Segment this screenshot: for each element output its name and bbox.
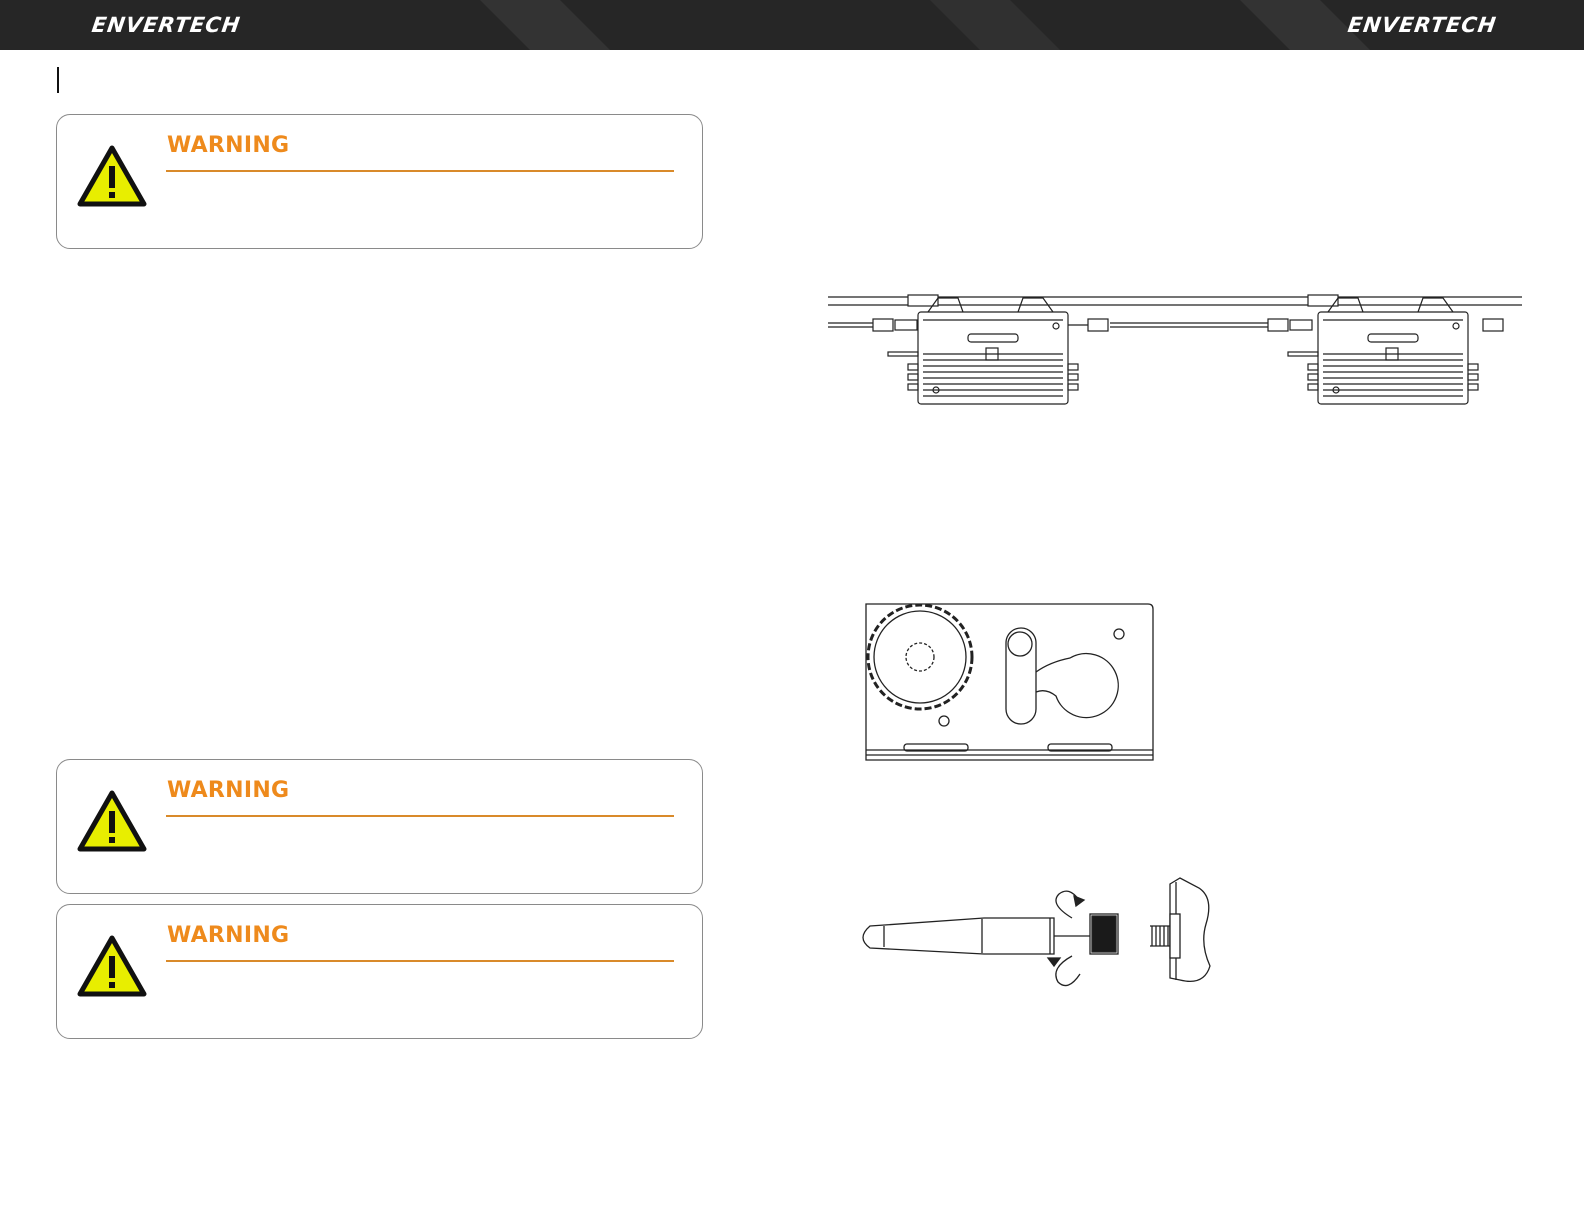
warning-triangle-icon	[77, 790, 147, 852]
warning-divider	[166, 170, 674, 172]
antenna-installation-figure	[862, 877, 1211, 987]
warning-box-1: WARNING	[56, 114, 703, 249]
warning-title: WARNING	[167, 778, 290, 803]
warning-box-2: WARNING	[56, 759, 703, 894]
warning-triangle-icon	[77, 935, 147, 997]
warning-divider	[166, 815, 674, 817]
warning-divider	[166, 960, 674, 962]
brand-logo-right: ENVERTECH	[1346, 13, 1499, 37]
mounting-bracket-figure	[865, 603, 1154, 761]
warning-title: WARNING	[167, 923, 290, 948]
page-header: ENVERTECH ENVERTECH	[0, 0, 1584, 50]
microinverter-chain-figure	[828, 294, 1522, 405]
warning-title: WARNING	[167, 133, 290, 158]
warning-box-3: WARNING	[56, 904, 703, 1039]
warning-triangle-icon	[77, 145, 147, 207]
page-marker	[57, 67, 59, 93]
brand-logo-left: ENVERTECH	[90, 13, 243, 37]
